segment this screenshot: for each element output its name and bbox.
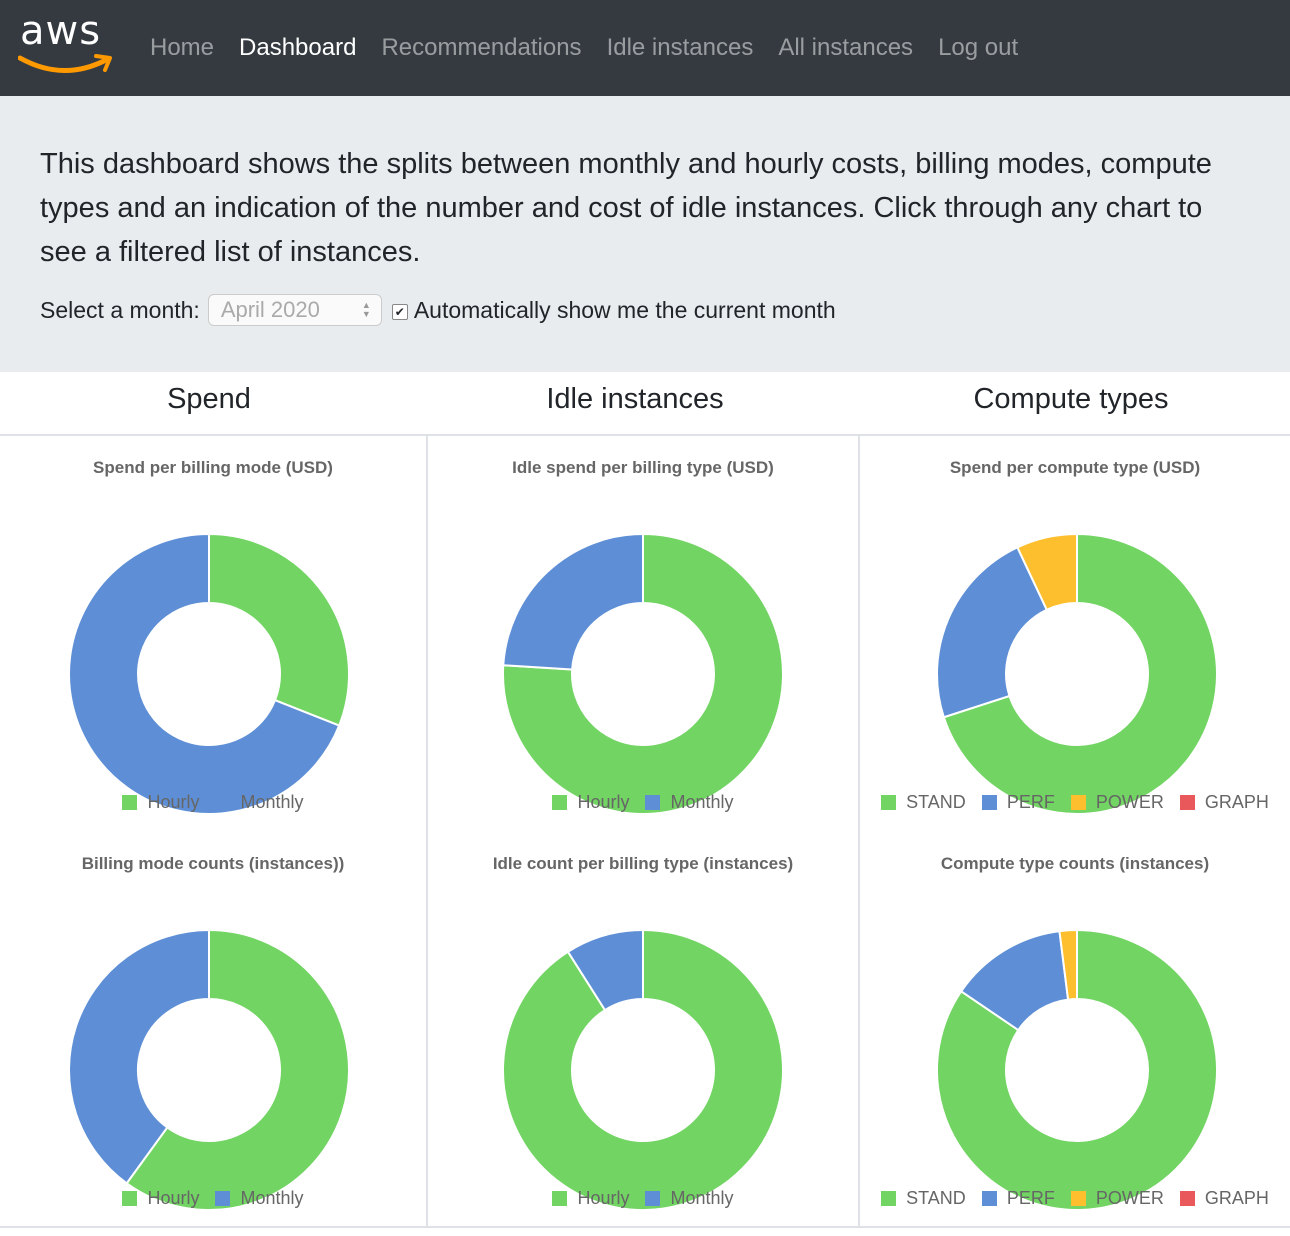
slice-hourly[interactable] [208, 532, 350, 727]
month-select-value: April 2020 [220, 297, 320, 322]
legend-swatch [881, 1191, 897, 1206]
legend-item-graph[interactable]: GRAPH [1179, 792, 1269, 813]
chart-billing-mode-counts[interactable]: Billing mode counts (instances)) Hourly Mo… [0, 832, 426, 1228]
legend-label: GRAPH [1204, 1188, 1269, 1208]
legend-swatch [645, 795, 661, 810]
auto-month-label: Automatically show me the current month [413, 296, 836, 323]
column-header-compute-types: Compute types [973, 383, 1169, 415]
legend-label: Hourly [577, 1188, 630, 1208]
chart-legend: STAND PERF POWER GRAPH [860, 1188, 1290, 1209]
logo-text: aws [20, 8, 102, 54]
legend-item-monthly[interactable]: Monthly [645, 792, 734, 813]
legend-label: Hourly [147, 792, 200, 812]
donut-chart[interactable] [0, 436, 426, 832]
nav-recommendations[interactable]: Recommendations [381, 34, 581, 62]
auto-month-checkbox[interactable]: ✔ [391, 304, 408, 320]
legend-label: PERF [1006, 1188, 1055, 1208]
slice-monthly[interactable] [502, 532, 644, 671]
legend-label: PERF [1006, 792, 1055, 812]
select-arrows-icon: ▲ ▼ [361, 300, 371, 319]
chart-legend: Hourly Monthly [428, 1188, 858, 1209]
chart-legend: Hourly Monthly [0, 792, 426, 813]
legend-label: Hourly [147, 1188, 200, 1208]
legend-label: Monthly [240, 792, 304, 812]
chart-compute-type-counts[interactable]: Compute type counts (instances) STAND PERF… [860, 832, 1290, 1228]
legend-item-perf[interactable]: PERF [981, 1188, 1055, 1209]
legend-item-hourly[interactable]: Hourly [122, 792, 199, 813]
smile-arrow-icon [18, 54, 112, 73]
idle-column: Idle spend per billing type (USD) Hourly M… [426, 436, 858, 1226]
legend-item-hourly[interactable]: Hourly [552, 1188, 629, 1209]
chart-idle-count-per-billing-type[interactable]: Idle count per billing type (instances) H… [428, 832, 858, 1228]
donut-chart[interactable] [860, 436, 1290, 832]
donut-chart[interactable] [0, 832, 426, 1228]
legend-swatch [122, 795, 138, 810]
spend-column: Spend per billing mode (USD) Hourly Monthl… [0, 436, 426, 1226]
legend-label: STAND [906, 792, 966, 812]
nav-idle-instances[interactable]: Idle instances [607, 34, 754, 62]
donut-chart[interactable] [428, 436, 858, 832]
compute-column: Spend per compute type (USD) STAND PERF POW… [858, 436, 1290, 1226]
legend-label: Monthly [670, 792, 734, 812]
legend-swatch [981, 795, 997, 810]
legend-label: Monthly [670, 1188, 734, 1208]
legend-swatch [552, 795, 568, 810]
chart-grid: Spend per billing mode (USD) Hourly Monthl… [0, 436, 1290, 1228]
legend-swatch [881, 795, 897, 810]
nav-home[interactable]: Home [150, 34, 214, 62]
nav-log-out[interactable]: Log out [938, 34, 1018, 62]
chart-spend-per-billing-mode[interactable]: Spend per billing mode (USD) Hourly Monthl… [0, 436, 426, 832]
legend-label: POWER [1095, 1188, 1164, 1208]
donut-chart[interactable] [860, 832, 1290, 1228]
legend-item-power[interactable]: POWER [1070, 1188, 1164, 1209]
legend-item-power[interactable]: POWER [1070, 792, 1164, 813]
column-header-idle-instances: Idle instances [546, 383, 724, 415]
navbar: aws Home Dashboard Recommendations Idle … [0, 0, 1290, 96]
legend-swatch [1070, 795, 1086, 810]
aws-logo[interactable]: aws [0, 0, 150, 96]
legend-swatch [122, 1191, 138, 1206]
legend-label: GRAPH [1204, 792, 1269, 812]
legend-swatch [215, 795, 231, 810]
legend-label: STAND [906, 1188, 966, 1208]
legend-swatch [215, 1191, 231, 1206]
checkmark-icon: ✔ [394, 305, 405, 319]
month-select[interactable]: April 2020 ▲ ▼ [207, 294, 382, 326]
donut-chart[interactable] [428, 832, 858, 1228]
column-header-spend: Spend [167, 383, 251, 415]
column-headers: Spend Idle instances Compute types [0, 372, 1290, 436]
month-label: Select a month: [40, 296, 200, 323]
legend-label: Monthly [240, 1188, 304, 1208]
legend-item-hourly[interactable]: Hourly [552, 792, 629, 813]
legend-item-monthly[interactable]: Monthly [645, 1188, 734, 1209]
legend-item-hourly[interactable]: Hourly [122, 1188, 199, 1209]
legend-swatch [645, 1191, 661, 1206]
legend-swatch [552, 1191, 568, 1206]
legend-item-monthly[interactable]: Monthly [215, 1188, 304, 1209]
chart-legend: Hourly Monthly [0, 1188, 426, 1209]
legend-item-monthly[interactable]: Monthly [215, 792, 304, 813]
nav-dashboard[interactable]: Dashboard [239, 34, 356, 62]
legend-item-graph[interactable]: GRAPH [1179, 1188, 1269, 1209]
legend-label: Hourly [577, 792, 630, 812]
legend-item-perf[interactable]: PERF [981, 792, 1055, 813]
legend-swatch [981, 1191, 997, 1206]
chart-idle-spend-per-billing-type[interactable]: Idle spend per billing type (USD) Hourly M… [428, 436, 858, 832]
legend-swatch [1179, 1191, 1195, 1206]
legend-swatch [1070, 1191, 1086, 1206]
month-selector-row: Select a month: April 2020 ▲ ▼ ✔ Automati… [40, 294, 1250, 326]
chart-legend: Hourly Monthly [428, 792, 858, 813]
chart-spend-per-compute-type[interactable]: Spend per compute type (USD) STAND PERF POW… [860, 436, 1290, 832]
legend-item-stand[interactable]: STAND [881, 792, 966, 813]
chart-legend: STAND PERF POWER GRAPH [860, 792, 1290, 813]
intro-text: This dashboard shows the splits between … [40, 148, 1212, 268]
nav-all-instances[interactable]: All instances [778, 34, 913, 62]
legend-label: POWER [1095, 792, 1164, 812]
legend-item-stand[interactable]: STAND [881, 1188, 966, 1209]
intro-panel: This dashboard shows the splits between … [0, 96, 1290, 372]
legend-swatch [1179, 795, 1195, 810]
